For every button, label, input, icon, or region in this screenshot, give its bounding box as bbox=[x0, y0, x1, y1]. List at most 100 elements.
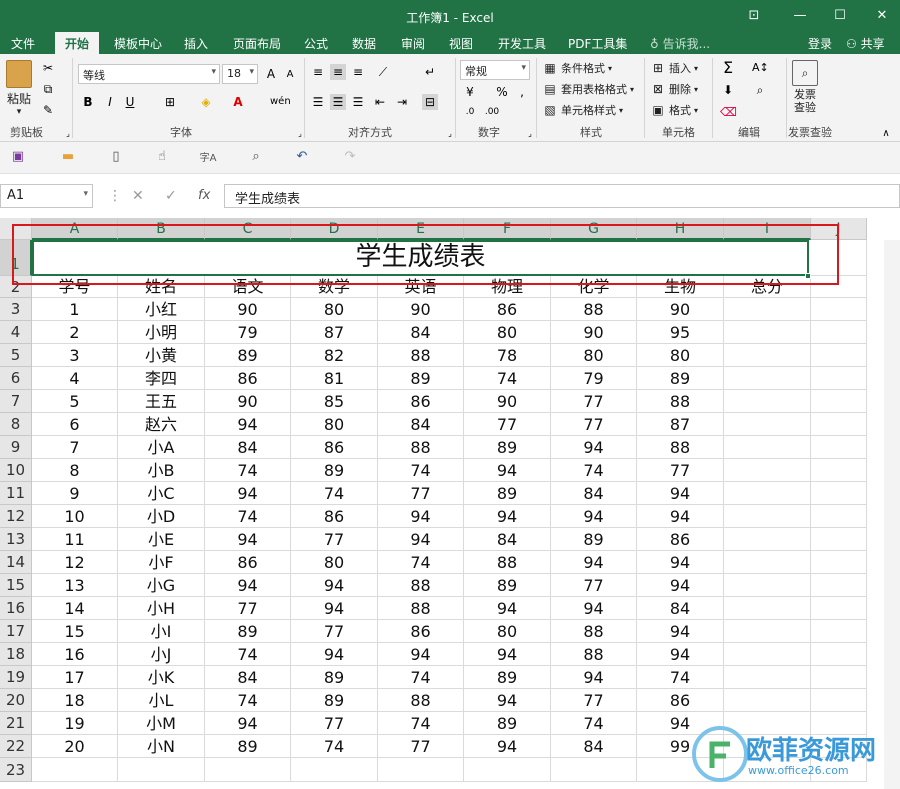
tab-formulas[interactable]: 公式 bbox=[304, 35, 328, 52]
align-middle-icon[interactable]: ≡ bbox=[330, 64, 346, 80]
increase-indent-icon[interactable]: ⇥ bbox=[394, 94, 410, 110]
cell[interactable]: 80 bbox=[551, 344, 637, 367]
cell[interactable]: 18 bbox=[32, 689, 118, 712]
cell[interactable]: 88 bbox=[637, 390, 724, 413]
cell[interactable]: 88 bbox=[551, 643, 637, 666]
collapse-ribbon-icon[interactable]: ∧ bbox=[878, 126, 894, 142]
cell[interactable]: 74 bbox=[378, 459, 464, 482]
cell[interactable]: 小L bbox=[118, 689, 205, 712]
table-format-button[interactable]: ▤ 套用表格格式 ▾ bbox=[542, 81, 634, 97]
cell[interactable]: 78 bbox=[464, 344, 551, 367]
cell[interactable]: 94 bbox=[378, 643, 464, 666]
spelling-icon[interactable]: 字A bbox=[198, 149, 218, 167]
cell[interactable]: 89 bbox=[378, 367, 464, 390]
cell[interactable]: 88 bbox=[551, 620, 637, 643]
cell[interactable]: 84 bbox=[378, 413, 464, 436]
cell[interactable]: 74 bbox=[205, 505, 291, 528]
cell[interactable]: 94 bbox=[551, 597, 637, 620]
row-header[interactable]: 23 bbox=[0, 758, 32, 782]
cell[interactable]: 94 bbox=[464, 505, 551, 528]
underline-button[interactable]: U bbox=[122, 94, 138, 110]
cell[interactable]: 4 bbox=[32, 367, 118, 390]
cell[interactable]: 94 bbox=[205, 574, 291, 597]
tab-developer[interactable]: 开发工具 bbox=[498, 35, 546, 52]
open-folder-icon[interactable]: ▬ bbox=[58, 149, 78, 167]
cell[interactable]: 94 bbox=[205, 482, 291, 505]
cell[interactable]: 77 bbox=[378, 482, 464, 505]
align-right-icon[interactable]: ☰ bbox=[350, 94, 366, 110]
cell[interactable]: 88 bbox=[637, 436, 724, 459]
cell[interactable]: 94 bbox=[378, 528, 464, 551]
cell[interactable]: 94 bbox=[205, 413, 291, 436]
cell[interactable]: 74 bbox=[551, 712, 637, 735]
cell[interactable]: 89 bbox=[637, 367, 724, 390]
cell[interactable] bbox=[205, 758, 291, 782]
tab-review[interactable]: 审阅 bbox=[401, 35, 425, 52]
row-header[interactable]: 13 bbox=[0, 528, 32, 551]
redo-icon[interactable]: ↷ bbox=[340, 149, 360, 167]
wrap-text-icon[interactable]: ↵ bbox=[422, 64, 438, 80]
cell[interactable]: 小H bbox=[118, 597, 205, 620]
cell[interactable]: 2 bbox=[32, 321, 118, 344]
cell[interactable]: 89 bbox=[205, 344, 291, 367]
cell[interactable] bbox=[724, 321, 811, 344]
cell[interactable]: 89 bbox=[464, 574, 551, 597]
cell[interactable]: 74 bbox=[378, 712, 464, 735]
cell[interactable]: 94 bbox=[637, 620, 724, 643]
cell[interactable] bbox=[724, 574, 811, 597]
cell[interactable]: 90 bbox=[637, 298, 724, 321]
cell[interactable]: 小F bbox=[118, 551, 205, 574]
cell[interactable]: 86 bbox=[378, 390, 464, 413]
row-header[interactable]: 9 bbox=[0, 436, 32, 459]
cell[interactable]: 84 bbox=[378, 321, 464, 344]
cell[interactable]: 80 bbox=[464, 620, 551, 643]
orientation-icon[interactable]: ⟋ bbox=[375, 64, 391, 80]
row-header[interactable]: 15 bbox=[0, 574, 32, 597]
cell[interactable]: 88 bbox=[551, 298, 637, 321]
fill-icon[interactable]: ⬇ bbox=[720, 82, 736, 98]
tab-page-layout[interactable]: 页面布局 bbox=[233, 35, 281, 52]
cell[interactable]: 79 bbox=[551, 367, 637, 390]
cell[interactable] bbox=[724, 436, 811, 459]
cell[interactable]: 94 bbox=[464, 643, 551, 666]
cell[interactable]: 77 bbox=[291, 620, 378, 643]
cell[interactable]: 84 bbox=[551, 735, 637, 758]
cell[interactable] bbox=[724, 689, 811, 712]
cell[interactable]: 88 bbox=[378, 574, 464, 597]
comma-icon[interactable]: , bbox=[514, 84, 530, 100]
cell[interactable]: 74 bbox=[291, 482, 378, 505]
cell[interactable]: 89 bbox=[464, 482, 551, 505]
cell[interactable]: 89 bbox=[291, 666, 378, 689]
percent-button[interactable]: % bbox=[494, 84, 510, 100]
cell[interactable]: 88 bbox=[378, 597, 464, 620]
cell[interactable]: 74 bbox=[205, 643, 291, 666]
cancel-icon[interactable]: ✕ bbox=[132, 188, 144, 204]
cell[interactable]: 94 bbox=[637, 551, 724, 574]
cell[interactable]: 74 bbox=[378, 666, 464, 689]
cell[interactable] bbox=[724, 597, 811, 620]
cell[interactable] bbox=[811, 574, 867, 597]
cell[interactable]: 11 bbox=[32, 528, 118, 551]
font-color-icon[interactable]: A bbox=[230, 94, 246, 110]
cell[interactable]: 88 bbox=[378, 436, 464, 459]
cell[interactable] bbox=[724, 298, 811, 321]
cell[interactable] bbox=[724, 551, 811, 574]
row-header[interactable]: 10 bbox=[0, 459, 32, 482]
cell[interactable]: 77 bbox=[551, 574, 637, 597]
grow-font-icon[interactable]: A bbox=[263, 66, 279, 82]
cell[interactable] bbox=[724, 344, 811, 367]
cell[interactable]: 94 bbox=[378, 505, 464, 528]
increase-decimal-icon[interactable]: .0 bbox=[462, 104, 478, 120]
cell[interactable]: 80 bbox=[291, 551, 378, 574]
cell[interactable]: 李四 bbox=[118, 367, 205, 390]
number-format-select[interactable]: 常规 ▾ bbox=[460, 60, 530, 80]
cell[interactable]: 90 bbox=[205, 390, 291, 413]
clear-icon[interactable]: ⌫ bbox=[720, 104, 737, 120]
cell[interactable]: 89 bbox=[464, 712, 551, 735]
cell[interactable]: 86 bbox=[205, 551, 291, 574]
cell[interactable]: 94 bbox=[551, 505, 637, 528]
border-icon[interactable]: ⊞ bbox=[162, 94, 178, 110]
cell[interactable]: 20 bbox=[32, 735, 118, 758]
cell[interactable]: 84 bbox=[205, 436, 291, 459]
cell[interactable]: 86 bbox=[291, 436, 378, 459]
